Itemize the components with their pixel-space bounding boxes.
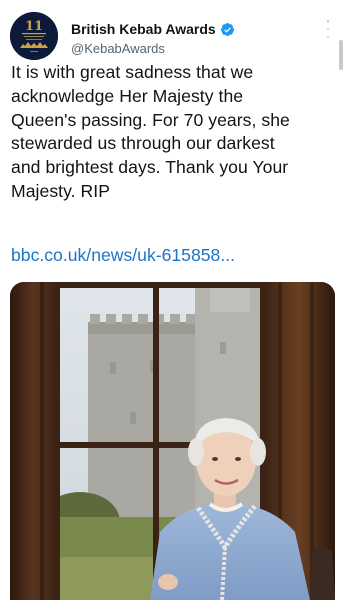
tweet-link[interactable]: bbc.co.uk/news/uk-615858... xyxy=(11,243,235,267)
tweet-media-image[interactable] xyxy=(10,282,335,600)
display-name[interactable]: British Kebab Awards xyxy=(71,21,216,37)
tweet-text: It is with great sadness that we acknowl… xyxy=(11,62,290,201)
account-handle[interactable]: @KebabAwards xyxy=(71,41,235,56)
tweet-card: 11 British Kebab Awards @KebabAwards It … xyxy=(0,0,345,600)
account-names: British Kebab Awards @KebabAwards xyxy=(71,20,235,56)
scrollbar[interactable] xyxy=(339,40,343,70)
verified-badge-icon xyxy=(220,22,235,37)
tweet-header: 11 British Kebab Awards @KebabAwards xyxy=(10,12,345,62)
more-options-icon[interactable] xyxy=(323,20,333,38)
kebab-awards-logo-icon: 11 xyxy=(10,12,58,60)
display-name-row: British Kebab Awards xyxy=(71,20,235,38)
avatar[interactable]: 11 xyxy=(10,12,58,60)
svg-text:11: 11 xyxy=(25,19,43,34)
